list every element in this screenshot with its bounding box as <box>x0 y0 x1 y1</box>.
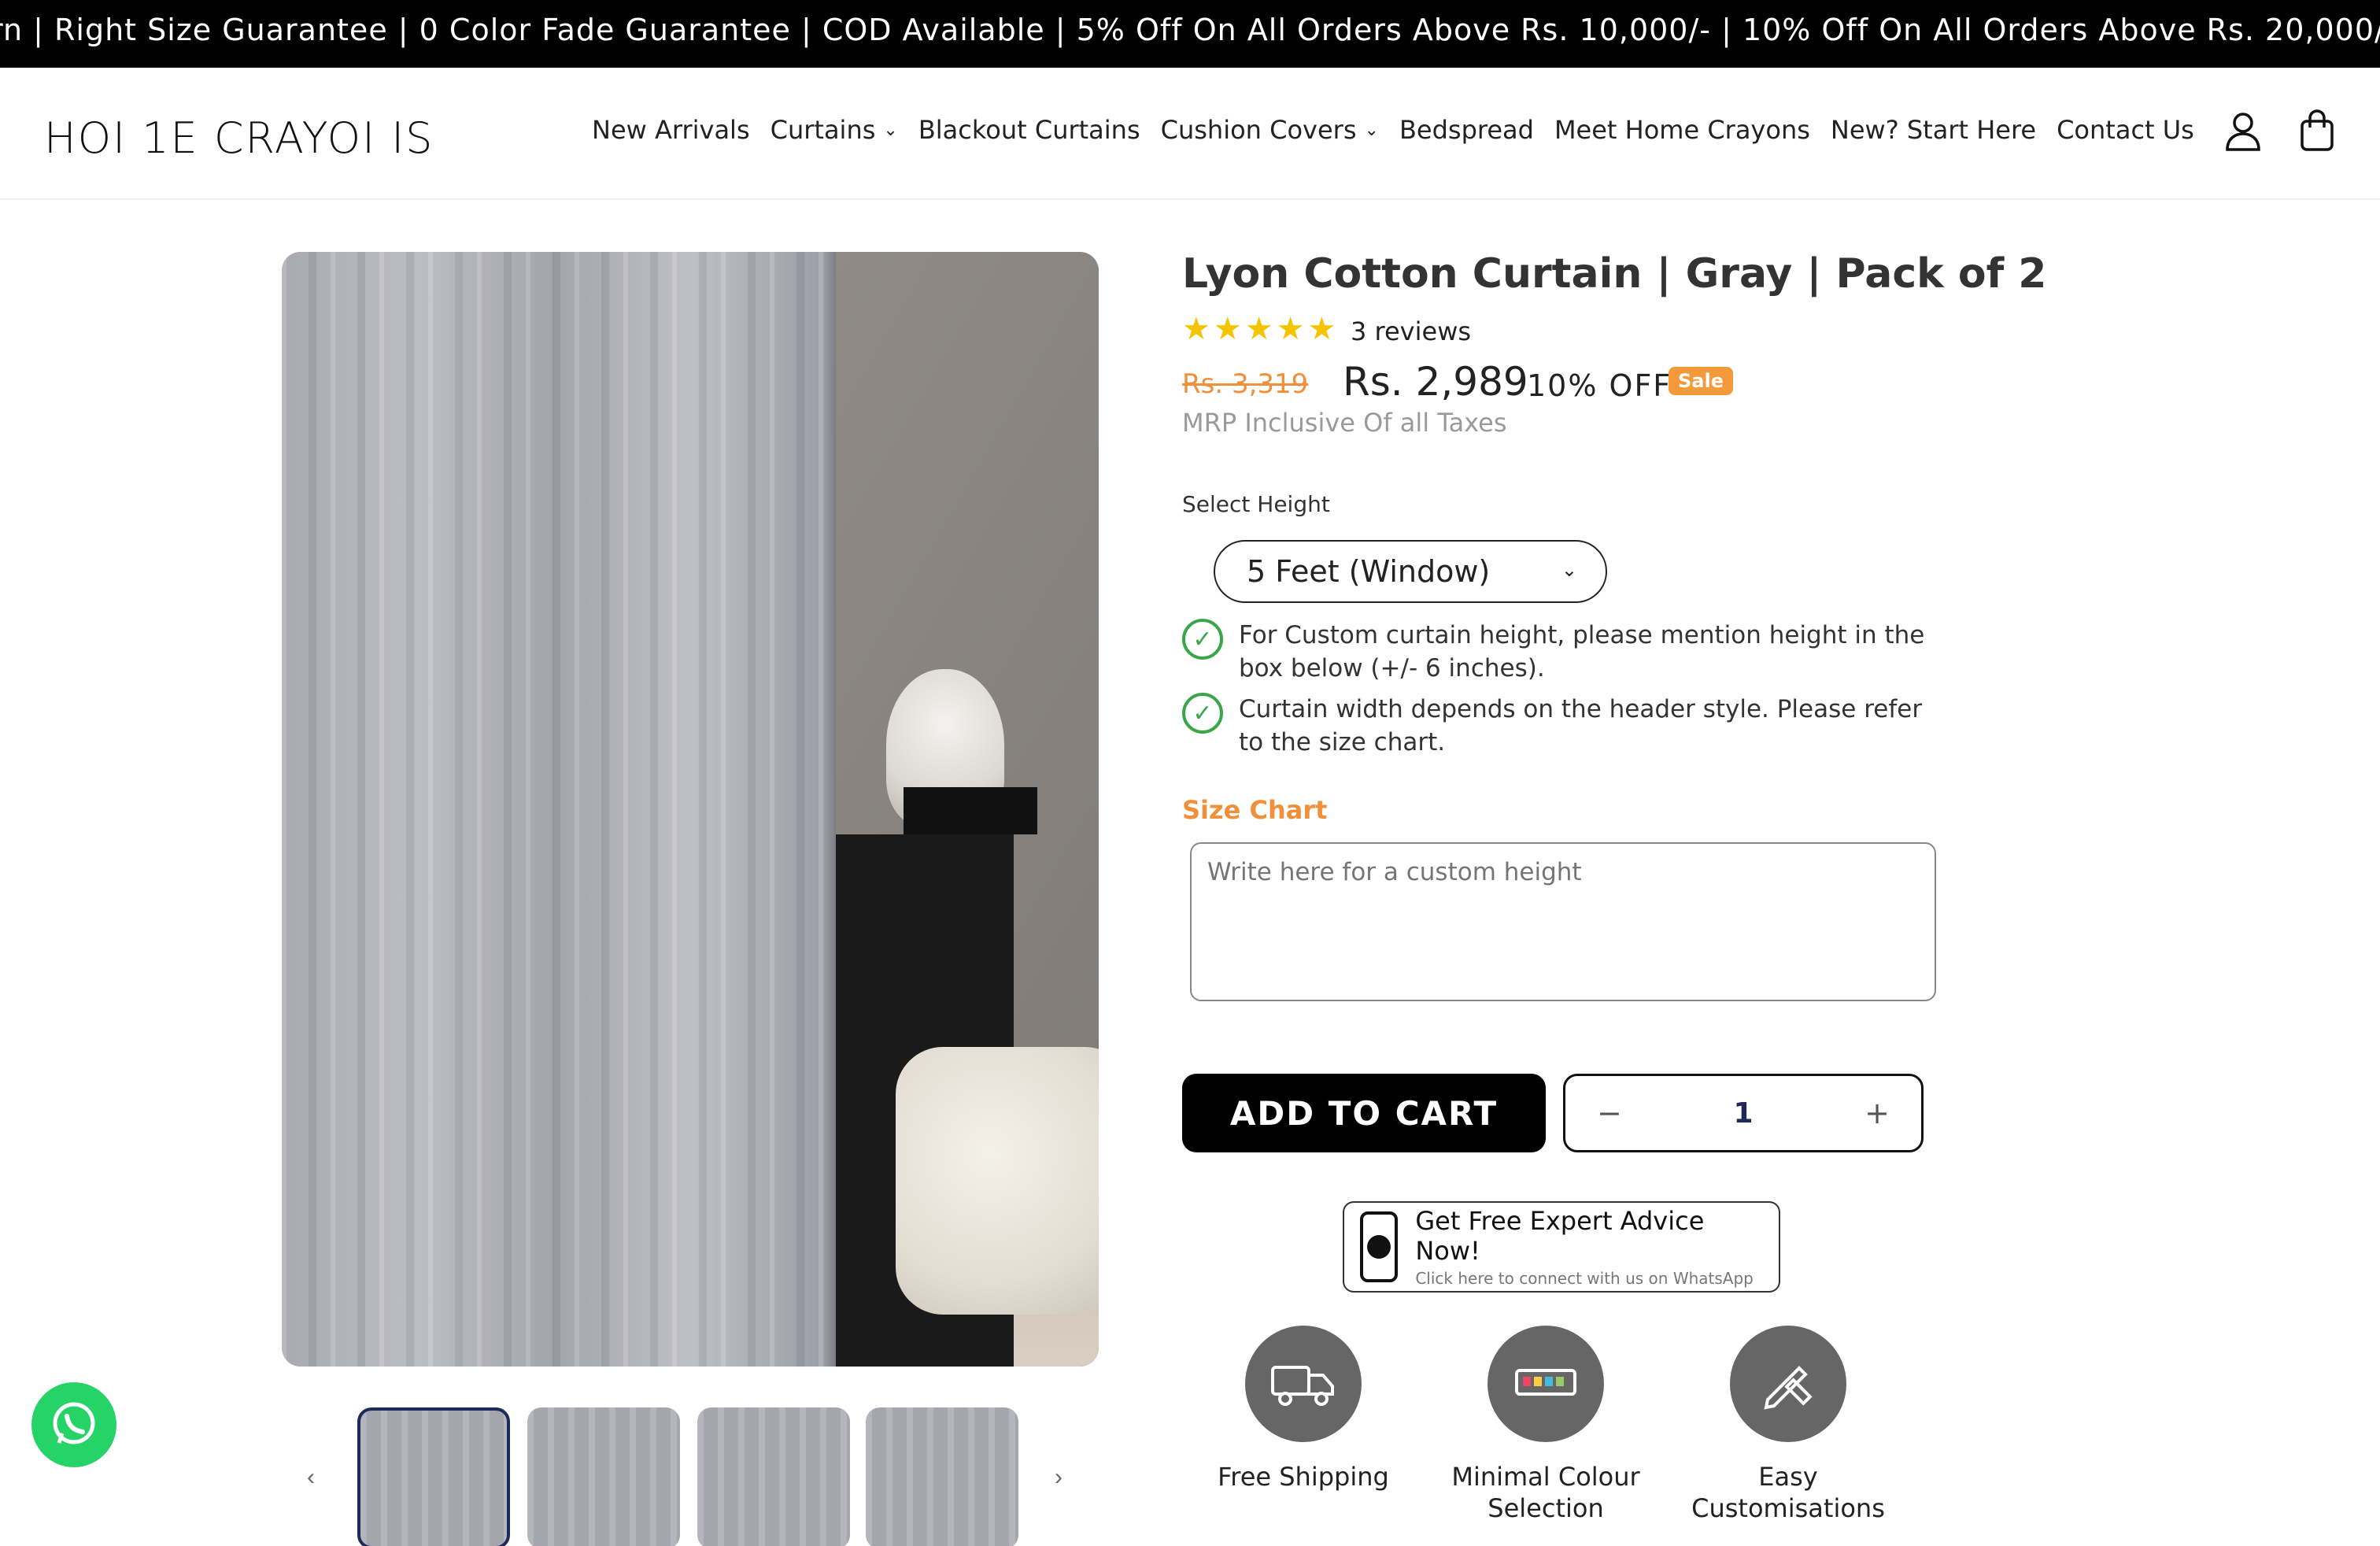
curtain-fabric <box>282 252 825 1367</box>
phone-whatsapp-icon <box>1360 1211 1399 1282</box>
star-icon: ★ <box>1213 312 1242 346</box>
note-text: Curtain width depends on the header styl… <box>1239 695 1923 756</box>
nav-new-arrivals[interactable]: New Arrivals <box>592 115 750 145</box>
expert-subtitle: Click here to connect with us on WhatsAp… <box>1415 1269 1754 1288</box>
nav-label: New? Start Here <box>1830 115 2037 145</box>
account-icon[interactable] <box>2221 109 2265 153</box>
nav-label: Blackout Curtains <box>918 115 1140 145</box>
thumbnail-2[interactable] <box>527 1407 680 1546</box>
expert-title: Get Free Expert Advice Now! <box>1415 1206 1705 1266</box>
qty-value[interactable]: 1 <box>1733 1097 1753 1130</box>
main-nav: New Arrivals Curtains ⌄ Blackout Curtains… <box>592 115 2215 145</box>
height-select-value: 5 Feet (Window) <box>1247 554 1491 589</box>
qty-increase-button[interactable]: + <box>1864 1096 1890 1130</box>
thumbnail-1[interactable] <box>357 1407 510 1546</box>
custom-height-input[interactable] <box>1190 842 1936 1001</box>
size-chart-link[interactable]: Size Chart <box>1182 795 1327 825</box>
nav-cushion-covers[interactable]: Cushion Covers ⌄ <box>1161 115 1379 145</box>
announcement-bar: rn | Right Size Guarantee | 0 Color Fade… <box>0 0 2380 68</box>
nav-label: Cushion Covers <box>1160 115 1357 145</box>
nav-bedspread[interactable]: Bedspread <box>1399 115 1534 145</box>
nav-label: New Arrivals <box>592 115 750 145</box>
cart-icon[interactable] <box>2295 109 2339 153</box>
nav-label: Meet Home Crayons <box>1554 115 1810 145</box>
nav-label: Curtains <box>770 115 876 145</box>
pedestal-top <box>904 787 1037 834</box>
reviews-link[interactable]: 3 reviews <box>1351 316 1471 346</box>
chevron-down-icon: ⌄ <box>1561 559 1577 581</box>
site-logo[interactable]: HOI 1E CRAYOI IS <box>44 113 434 163</box>
custom-height-note: ✓ For Custom curtain height, please ment… <box>1182 619 1938 685</box>
thumbnail-4[interactable] <box>866 1407 1018 1546</box>
expert-text: Get Free Expert Advice Now! Click here t… <box>1415 1206 1763 1288</box>
star-icon: ★ <box>1244 312 1273 346</box>
nav-contact-us[interactable]: Contact Us <box>2057 115 2194 145</box>
feature-colour-selection: Minimal Colour Selection <box>1428 1326 1664 1524</box>
whatsapp-float-button[interactable] <box>31 1382 116 1467</box>
thumbnail-3[interactable] <box>697 1407 850 1546</box>
color-swatch-icon <box>1488 1326 1604 1442</box>
nav-meet-home-crayons[interactable]: Meet Home Crayons <box>1554 115 1810 145</box>
height-select[interactable]: 5 Feet (Window) ⌄ <box>1214 540 1607 603</box>
star-icon: ★ <box>1182 312 1210 346</box>
pencil-ruler-icon <box>1730 1326 1846 1442</box>
note-text: For Custom curtain height, please mentio… <box>1239 621 1925 682</box>
star-icon: ★ <box>1307 312 1336 346</box>
feature-customisations: Easy Customisations <box>1670 1326 1906 1524</box>
whatsapp-icon <box>53 1402 95 1444</box>
feature-label: Minimal Colour Selection <box>1451 1462 1640 1523</box>
product-title: Lyon Cotton Curtain | Gray | Pack of 2 <box>1182 250 2047 298</box>
chevron-down-icon: ⌄ <box>883 120 898 140</box>
product-main-image[interactable] <box>282 252 1099 1367</box>
current-price: Rs. 2,989 <box>1343 359 1528 405</box>
sale-badge: Sale <box>1669 367 1733 395</box>
curtain-edge <box>825 252 836 1367</box>
thumb-prev-icon[interactable]: ‹ <box>307 1464 315 1491</box>
feature-label: Free Shipping <box>1218 1462 1389 1492</box>
feature-free-shipping: Free Shipping <box>1185 1326 1421 1492</box>
qty-decrease-button[interactable]: − <box>1597 1096 1622 1130</box>
announcement-text: rn | Right Size Guarantee | 0 Color Fade… <box>0 13 2380 47</box>
discount-label: 10% OFF <box>1527 368 1672 403</box>
nav-label: Bedspread <box>1399 115 1534 145</box>
feature-label: Easy Customisations <box>1691 1462 1885 1523</box>
check-circle-icon: ✓ <box>1182 619 1223 660</box>
site-header: HOI 1E CRAYOI IS New Arrivals Curtains ⌄ … <box>0 68 2380 200</box>
thumb-next-icon[interactable]: › <box>1055 1464 1062 1491</box>
ottoman <box>896 1047 1099 1315</box>
nav-label: Contact Us <box>2057 115 2194 145</box>
width-note: ✓ Curtain width depends on the header st… <box>1182 693 1938 759</box>
expert-advice-button[interactable]: Get Free Expert Advice Now! Click here t… <box>1343 1201 1780 1293</box>
add-to-cart-button[interactable]: ADD TO CART <box>1182 1074 1546 1152</box>
check-circle-icon: ✓ <box>1182 693 1223 734</box>
delivery-truck-icon <box>1245 1326 1362 1442</box>
nav-start-here[interactable]: New? Start Here <box>1831 115 2036 145</box>
taxes-note: MRP Inclusive Of all Taxes <box>1182 408 1507 438</box>
nav-blackout-curtains[interactable]: Blackout Curtains <box>918 115 1140 145</box>
old-price: Rs. 3,319 <box>1182 368 1309 400</box>
nav-curtains[interactable]: Curtains ⌄ <box>771 115 898 145</box>
quantity-stepper: − 1 + <box>1563 1074 1924 1152</box>
star-icon: ★ <box>1276 312 1305 346</box>
chevron-down-icon: ⌄ <box>1364 120 1379 140</box>
select-height-label: Select Height <box>1182 491 1330 517</box>
rating-stars[interactable]: ★ ★ ★ ★ ★ <box>1182 313 1336 345</box>
